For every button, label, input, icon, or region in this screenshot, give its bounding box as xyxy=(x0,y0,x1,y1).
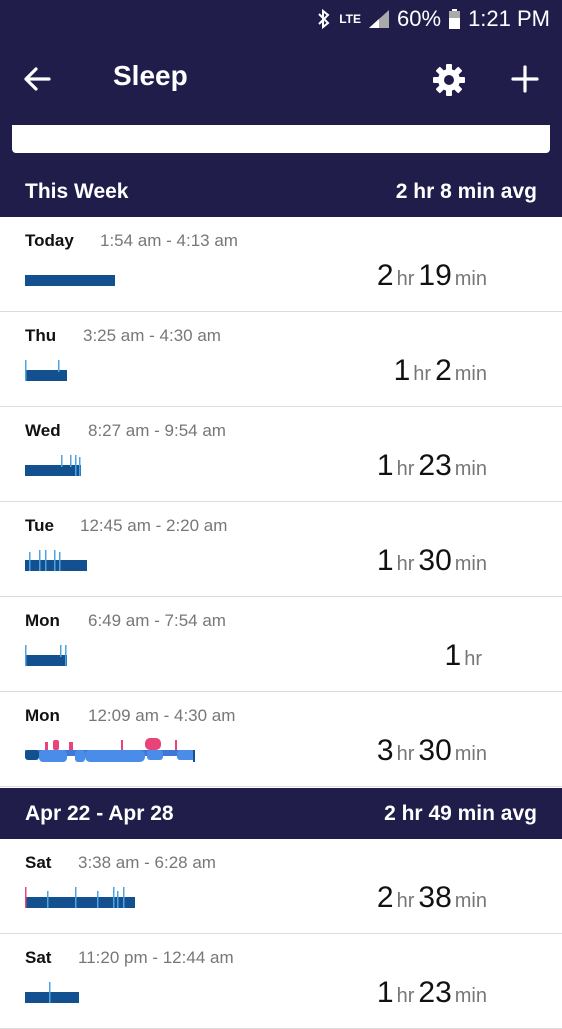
log-time-range: 12:45 am - 2:20 am xyxy=(80,516,228,535)
log-day: Wed xyxy=(25,421,61,440)
log-time-range: 3:38 am - 6:28 am xyxy=(78,853,216,872)
log-day: Tue xyxy=(25,516,54,535)
sleep-log-row[interactable]: Sat 3:38 am - 6:28 am 2 hr 38 min xyxy=(0,839,562,934)
log-duration: 1 hr 23 min xyxy=(377,449,487,483)
log-duration: 2 hr 19 min xyxy=(377,259,487,293)
section-header-this-week: This Week 2 hr 8 min avg xyxy=(0,166,562,217)
duration-minutes: 2 xyxy=(435,354,452,387)
duration-minutes: 30 xyxy=(418,544,452,577)
duration-min-unit: min xyxy=(454,743,487,765)
duration-hours: 3 xyxy=(376,734,394,767)
section-label: This Week xyxy=(25,179,129,203)
network-type: LTE xyxy=(339,12,362,26)
log-duration: 3 hr 30 min xyxy=(377,734,487,768)
status-bar: LTE 60% 1:21 PM xyxy=(0,0,562,38)
sleep-log-row[interactable]: Wed 8:27 am - 9:54 am 1 hr 23 min xyxy=(0,407,562,502)
sleep-log-row[interactable]: Sat 11:20 pm - 12:44 am 1 hr 23 min xyxy=(0,934,562,1029)
log-time-range: 8:27 am - 9:54 am xyxy=(88,421,226,440)
duration-min-unit: min xyxy=(454,458,487,480)
duration-min-unit: min xyxy=(454,363,487,385)
duration-hours: 2 xyxy=(376,259,394,292)
log-duration: 1 hr 30 min xyxy=(377,544,487,578)
log-day: Mon xyxy=(25,611,60,630)
duration-hours: 1 xyxy=(444,639,462,672)
log-time-range: 12:09 am - 4:30 am xyxy=(88,706,236,725)
duration-minutes: 19 xyxy=(418,259,452,292)
duration-min-unit: min xyxy=(454,553,487,575)
log-day: Today xyxy=(25,231,74,250)
section-average: 2 hr 49 min avg xyxy=(384,801,537,825)
plus-icon[interactable] xyxy=(510,64,540,94)
log-duration: 1 hr xyxy=(445,639,482,673)
duration-hours: 1 xyxy=(393,354,411,387)
log-duration: 1 hr 2 min xyxy=(394,354,487,388)
duration-minutes: 30 xyxy=(418,734,452,767)
app-bar: Sleep xyxy=(0,38,562,125)
duration-hr-unit: hr xyxy=(396,458,415,480)
search-card[interactable] xyxy=(12,125,550,153)
log-time-range: 3:25 am - 4:30 am xyxy=(83,326,221,345)
page-title: Sleep xyxy=(113,60,188,91)
duration-min-unit: min xyxy=(454,268,487,290)
sleep-pattern-bar xyxy=(25,982,79,1003)
duration-minutes: 23 xyxy=(418,449,452,482)
gear-icon[interactable] xyxy=(432,63,466,97)
sleep-pattern-bar xyxy=(25,360,67,381)
duration-minutes: 23 xyxy=(418,976,452,1009)
sleep-log-row[interactable]: Thu 3:25 am - 4:30 am 1 hr 2 min xyxy=(0,312,562,407)
sleep-pattern-bar xyxy=(25,550,87,571)
log-time-range: 11:20 pm - 12:44 am xyxy=(78,948,234,967)
sleep-pattern-bar xyxy=(25,887,135,908)
bluetooth-icon xyxy=(317,8,331,30)
duration-hours: 1 xyxy=(376,544,394,577)
battery-icon xyxy=(449,9,461,29)
sleep-log-row[interactable]: Tue 12:45 am - 2:20 am 1 hr 30 min xyxy=(0,502,562,597)
duration-hr-unit: hr xyxy=(413,363,432,385)
section-label: Apr 22 - Apr 28 xyxy=(25,801,174,825)
duration-hr-unit: hr xyxy=(396,743,415,765)
log-time-range: 6:49 am - 7:54 am xyxy=(88,611,226,630)
sleep-stages-bar xyxy=(25,738,195,762)
battery-percent: 60% xyxy=(397,6,442,31)
log-time-range: 1:54 am - 4:13 am xyxy=(100,231,238,250)
clock: 1:21 PM xyxy=(468,6,550,31)
sleep-pattern-bar xyxy=(25,455,81,476)
signal-icon xyxy=(369,10,390,28)
arrow-left-icon[interactable] xyxy=(22,64,52,94)
duration-hr-unit: hr xyxy=(396,985,415,1007)
log-duration: 2 hr 38 min xyxy=(377,881,487,915)
sleep-log-row[interactable]: Today 1:54 am - 4:13 am 2 hr 19 min xyxy=(0,217,562,312)
duration-hours: 2 xyxy=(376,881,394,914)
sleep-pattern-bar xyxy=(25,645,67,666)
duration-minutes: 38 xyxy=(418,881,452,914)
section-average: 2 hr 8 min avg xyxy=(395,179,537,203)
duration-hours: 1 xyxy=(376,449,394,482)
duration-min-unit: min xyxy=(454,890,487,912)
sleep-log-row[interactable]: Mon 12:09 am - 4:30 am 3 hr 30 min xyxy=(0,692,562,787)
log-day: Thu xyxy=(25,326,57,345)
log-day: Sat xyxy=(25,948,52,967)
log-duration: 1 hr 23 min xyxy=(377,976,487,1010)
duration-hours: 1 xyxy=(376,976,394,1009)
sleep-log-row[interactable]: Mon 6:49 am - 7:54 am 1 hr xyxy=(0,597,562,692)
sleep-pattern-bar xyxy=(25,275,115,286)
duration-hr-unit: hr xyxy=(396,553,415,575)
duration-hr-unit: hr xyxy=(396,268,415,290)
duration-hr-unit: hr xyxy=(396,890,415,912)
log-day: Sat xyxy=(25,853,52,872)
log-day: Mon xyxy=(25,706,60,725)
duration-min-unit: min xyxy=(454,985,487,1007)
section-header-apr-22-28: Apr 22 - Apr 28 2 hr 49 min avg xyxy=(0,788,562,839)
duration-hr-unit: hr xyxy=(464,648,482,670)
